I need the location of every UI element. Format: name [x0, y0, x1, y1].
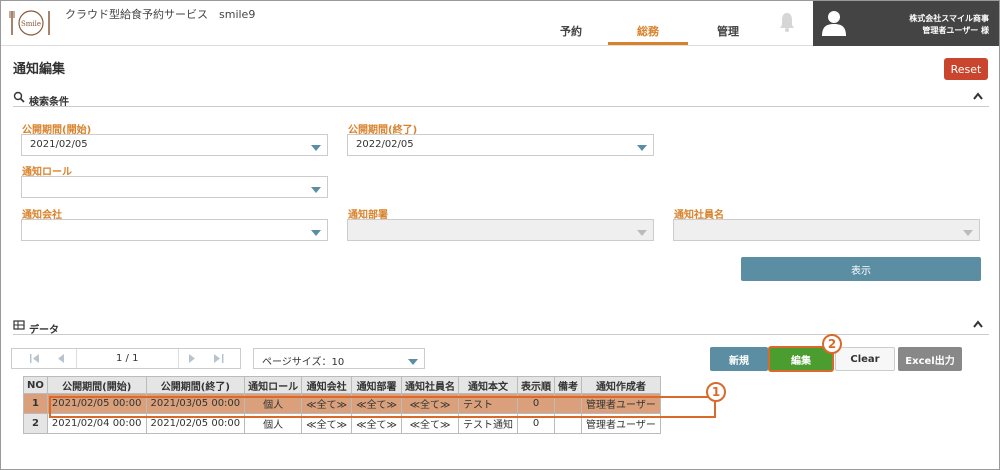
user-name: 管理者ユーザー 様	[922, 26, 989, 35]
bell-icon[interactable]	[779, 11, 795, 37]
table-cell: ≪全て≫	[351, 413, 403, 434]
page-size-value: ページサイズ：10	[262, 357, 345, 368]
dropdown-arrow-icon	[311, 185, 321, 196]
table-cell: ≪全て≫	[401, 413, 460, 434]
column-header[interactable]: 通知社員名	[401, 376, 460, 394]
table-row[interactable]: 2 2021/02/04 00:00 2021/02/05 00:00 個人 ≪…	[23, 413, 661, 434]
clear-button[interactable]: Clear	[835, 347, 895, 371]
table-cell: ≪全て≫	[351, 393, 403, 414]
search-section-header[interactable]: 検索条件	[13, 91, 989, 108]
table-cell	[554, 393, 583, 414]
search-icon	[13, 91, 25, 106]
column-header[interactable]: 公開期間(終了)	[145, 376, 246, 394]
table-cell: 0	[517, 413, 556, 434]
nav-item-general-affairs[interactable]: 総務	[628, 23, 668, 39]
column-header[interactable]: 通知本文	[458, 376, 519, 394]
page-indicator: 1 / 1	[116, 353, 139, 364]
table-cell: 管理者ユーザー	[581, 413, 661, 434]
user-menu[interactable]: 株式会社スマイル商事 管理者ユーザー 様	[813, 1, 999, 46]
nav-item-reservation[interactable]: 予約	[551, 23, 591, 39]
employee-select	[673, 219, 980, 241]
end-date-value: 2022/02/05	[356, 139, 414, 150]
table-cell: 2021/02/05 00:00	[145, 413, 246, 434]
dropdown-arrow-icon	[408, 357, 418, 368]
page-size-select[interactable]: ページサイズ：10	[253, 348, 425, 369]
display-button[interactable]: 表示	[741, 257, 981, 281]
first-page-icon[interactable]	[30, 354, 40, 366]
smile-logo: Smile	[9, 5, 53, 39]
page-title: 通知編集	[13, 62, 66, 77]
dropdown-arrow-icon	[637, 143, 647, 154]
last-page-icon[interactable]	[214, 354, 224, 366]
table-cell: テスト	[458, 393, 519, 414]
user-company: 株式会社スマイル商事	[909, 14, 989, 23]
step-badge-edit: 2	[822, 334, 842, 354]
reset-button[interactable]: Reset	[944, 58, 988, 80]
table-cell: ≪全て≫	[401, 393, 460, 414]
data-section-label: データ	[29, 325, 59, 336]
role-select[interactable]	[21, 176, 328, 198]
table-row[interactable]: 1 2021/02/05 00:00 2021/03/05 00:00 個人 ≪…	[23, 393, 661, 414]
notification-table: NO 公開期間(開始) 公開期間(終了) 通知ロール 通知会社 通知部署 通知社…	[23, 376, 661, 434]
collapse-chevron-icon[interactable]	[973, 320, 983, 331]
table-cell: テスト通知	[458, 413, 519, 434]
table-cell: 2021/02/04 00:00	[46, 413, 147, 434]
table-cell: 0	[517, 393, 556, 414]
user-avatar-icon	[821, 9, 847, 41]
svg-text:Smile: Smile	[21, 20, 41, 28]
table-cell: 2021/03/05 00:00	[145, 393, 246, 414]
end-date-select[interactable]: 2022/02/05	[347, 134, 654, 156]
step-badge-row: 1	[706, 382, 726, 402]
table-cell: ≪全て≫	[301, 413, 353, 434]
excel-export-button[interactable]: Excel出力	[898, 347, 962, 371]
pagination: 1 / 1	[11, 348, 241, 369]
nav-item-management[interactable]: 管理	[708, 23, 748, 39]
department-select	[347, 219, 654, 241]
dropdown-arrow-icon	[311, 143, 321, 154]
next-page-icon[interactable]	[189, 354, 196, 366]
table-cell: 個人	[244, 413, 303, 434]
start-date-select[interactable]: 2021/02/05	[21, 134, 328, 156]
table-cell: 管理者ユーザー	[581, 393, 661, 414]
dropdown-arrow-icon	[311, 228, 321, 239]
table-cell: ≪全て≫	[301, 393, 353, 414]
table-cell: 2021/02/05 00:00	[46, 393, 147, 414]
table-cell: 1	[23, 393, 48, 414]
table-cell: 個人	[244, 393, 303, 414]
start-date-value: 2021/02/05	[30, 139, 88, 150]
table-header-row: NO 公開期間(開始) 公開期間(終了) 通知ロール 通知会社 通知部署 通知社…	[23, 376, 661, 394]
company-select[interactable]	[21, 219, 328, 241]
edit-button[interactable]: 編集	[768, 346, 834, 372]
column-header[interactable]: 通知会社	[301, 376, 353, 394]
collapse-chevron-icon[interactable]	[973, 92, 983, 103]
column-header[interactable]: 備考	[554, 376, 583, 394]
dropdown-arrow-icon	[637, 228, 647, 239]
app-window: Smile クラウド型給食予約サービス smile9 予約 総務 管理 株式会社…	[0, 0, 1000, 470]
column-header[interactable]: NO	[23, 376, 48, 394]
app-title: クラウド型給食予約サービス smile9	[65, 8, 256, 21]
column-header[interactable]: 表示順	[517, 376, 556, 394]
data-section-header[interactable]: データ	[13, 319, 989, 336]
column-header[interactable]: 通知部署	[351, 376, 403, 394]
table-cell	[554, 413, 583, 434]
table-cell: 2	[23, 413, 48, 434]
column-header[interactable]: 通知作成者	[581, 376, 661, 394]
new-button[interactable]: 新規	[710, 347, 768, 371]
dropdown-arrow-icon	[963, 228, 973, 239]
search-section-label: 検索条件	[29, 97, 69, 108]
column-header[interactable]: 通知ロール	[244, 376, 303, 394]
top-header: Smile クラウド型給食予約サービス smile9 予約 総務 管理 株式会社…	[1, 1, 999, 46]
active-tab-indicator	[608, 42, 688, 45]
prev-page-icon[interactable]	[58, 354, 65, 366]
column-header[interactable]: 公開期間(開始)	[46, 376, 147, 394]
grid-icon	[13, 319, 25, 334]
